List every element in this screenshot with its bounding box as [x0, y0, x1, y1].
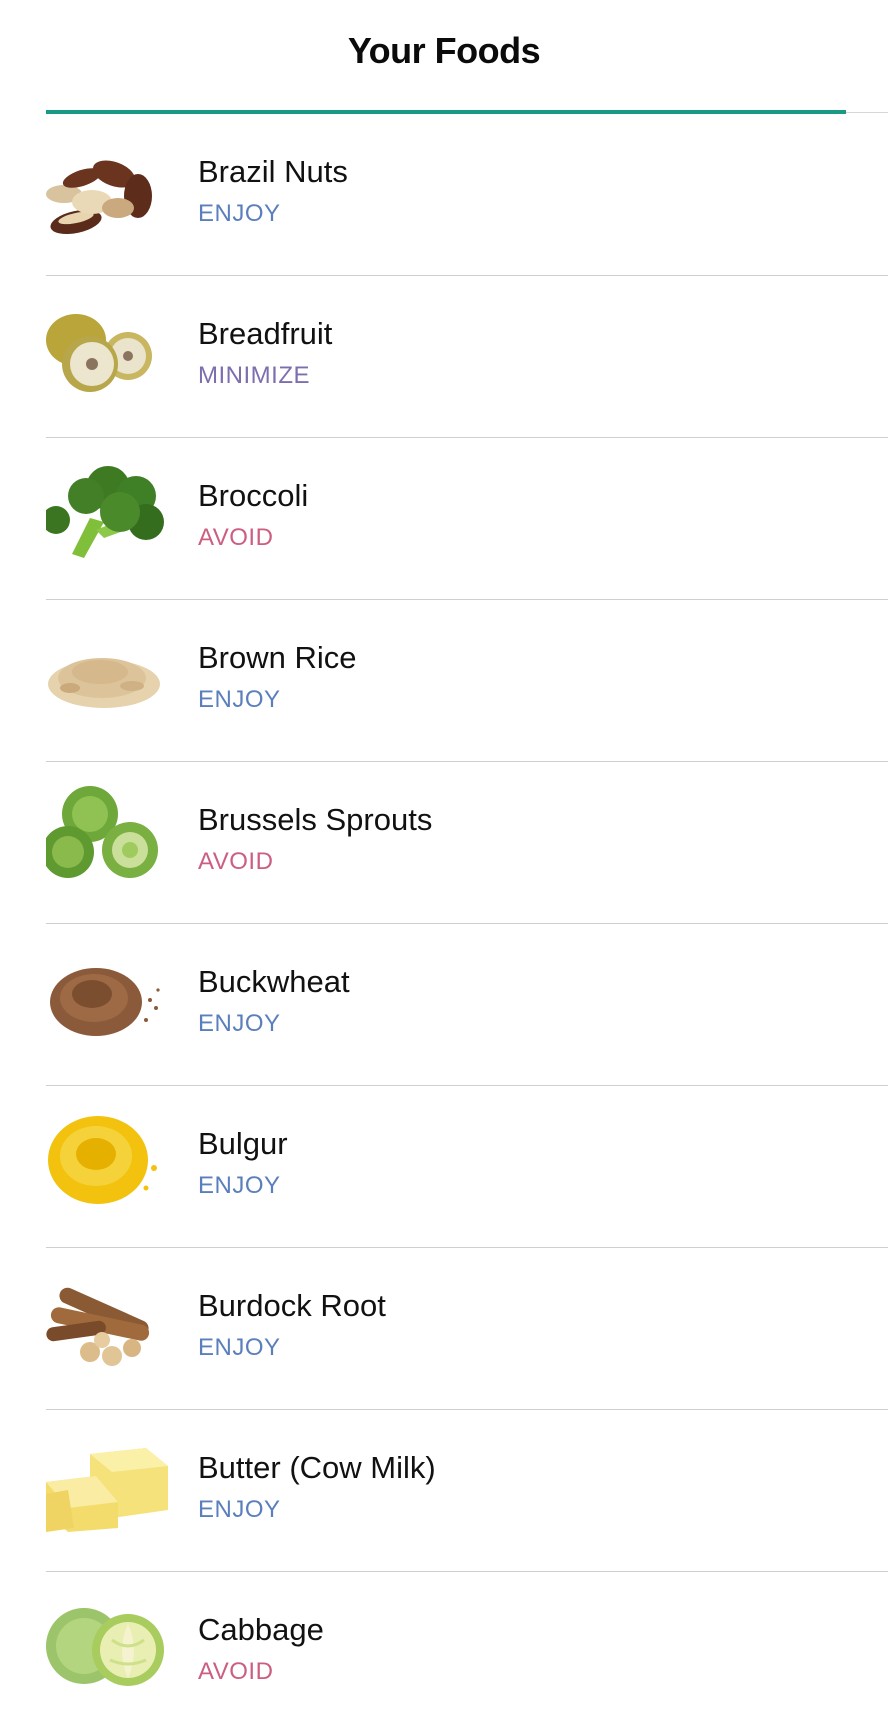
food-name: Buckwheat — [198, 964, 350, 999]
food-name: Brazil Nuts — [198, 154, 348, 189]
food-list: Brazil Nuts ENJOY Breadfruit MINIMIZE Br… — [46, 114, 888, 1730]
broccoli-image — [46, 460, 168, 560]
food-row-bulgur[interactable]: Bulgur ENJOY — [46, 1086, 888, 1248]
butter-image — [46, 1432, 168, 1532]
food-row-brussels-sprouts[interactable]: Brussels Sprouts AVOID — [46, 762, 888, 924]
status-label: AVOID — [198, 1658, 274, 1685]
food-row-broccoli[interactable]: Broccoli AVOID — [46, 438, 888, 600]
food-name: Breadfruit — [198, 316, 333, 351]
food-name: Butter (Cow Milk) — [198, 1450, 436, 1485]
status-label: ENJOY — [198, 200, 281, 227]
status-label: ENJOY — [198, 1172, 281, 1199]
brown-rice-image — [46, 622, 168, 722]
status-label: ENJOY — [198, 1496, 281, 1523]
food-row-cabbage[interactable]: Cabbage AVOID — [46, 1572, 888, 1730]
food-row-butter[interactable]: Butter (Cow Milk) ENJOY — [46, 1410, 888, 1572]
food-name: Broccoli — [198, 478, 309, 513]
brazil-nuts-image — [46, 136, 168, 236]
status-label: MINIMIZE — [198, 362, 310, 389]
food-name: Burdock Root — [198, 1288, 386, 1323]
burdock-root-image — [46, 1270, 168, 1370]
buckwheat-image — [46, 946, 168, 1046]
status-label: ENJOY — [198, 1010, 281, 1037]
status-label: AVOID — [198, 524, 274, 551]
page-title: Your Foods — [347, 30, 541, 71]
food-name: Cabbage — [198, 1612, 324, 1647]
food-name: Brown Rice — [198, 640, 357, 675]
food-row-buckwheat[interactable]: Buckwheat ENJOY — [46, 924, 888, 1086]
status-label: AVOID — [198, 848, 274, 875]
brussels-sprouts-image — [46, 784, 168, 884]
food-row-brazil-nuts[interactable]: Brazil Nuts ENJOY — [46, 114, 888, 276]
food-row-burdock-root[interactable]: Burdock Root ENJOY — [46, 1248, 888, 1410]
food-row-brown-rice[interactable]: Brown Rice ENJOY — [46, 600, 888, 762]
breadfruit-image — [46, 298, 168, 398]
status-label: ENJOY — [198, 1334, 281, 1361]
food-name: Bulgur — [198, 1126, 288, 1161]
food-name: Brussels Sprouts — [198, 802, 433, 837]
app-header: Your Foods — [0, 0, 888, 112]
header-divider — [846, 112, 888, 113]
status-label: ENJOY — [198, 686, 281, 713]
food-row-breadfruit[interactable]: Breadfruit MINIMIZE — [46, 276, 888, 438]
cabbage-image — [46, 1594, 168, 1694]
bulgur-image — [46, 1108, 168, 1208]
